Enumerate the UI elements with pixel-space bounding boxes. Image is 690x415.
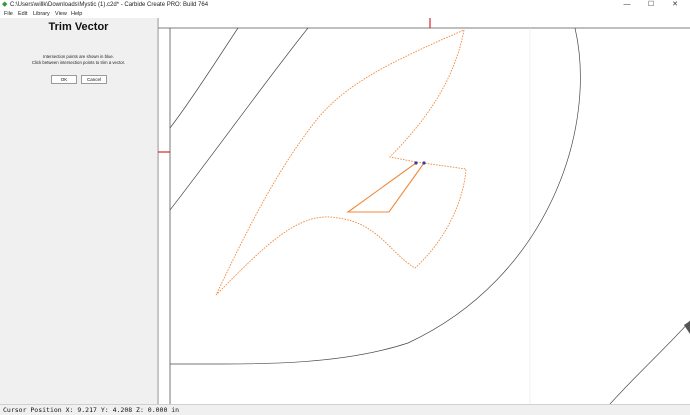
menu-library[interactable]: Library (33, 10, 50, 18)
scroll-handle (684, 321, 690, 334)
menu-edit[interactable]: Edit (18, 10, 27, 18)
panel-title: Trim Vector (48, 21, 109, 33)
trim-vector-panel: Trim Vector Intersection points are show… (0, 18, 158, 404)
vector-curve (609, 320, 690, 404)
vector-outer-curve (169, 27, 581, 365)
canvas-drawing (158, 18, 690, 404)
maximize-button[interactable]: ☐ (642, 0, 660, 10)
menu-view[interactable]: View (55, 10, 67, 18)
vector-curve (169, 27, 239, 129)
menu-file[interactable]: File (4, 10, 13, 18)
vector-curve (169, 27, 309, 211)
carbide-create-app-icon: ◆ (2, 1, 8, 8)
intersection-point (422, 161, 426, 165)
intersection-point (414, 161, 418, 165)
menu-bar: File Edit Library View Help (0, 10, 690, 18)
menu-help[interactable]: Help (71, 10, 82, 18)
close-button[interactable]: ✕ (666, 0, 684, 10)
minimize-button[interactable]: — (618, 0, 636, 10)
status-bar: Cursor Position X: 9.217 Y: 4.208 Z: 0.0… (0, 404, 690, 415)
title-bar: ◆ C:\Users\willk\Downloads\Mystic (1).c2… (0, 0, 690, 10)
hint-intersection-points: Intersection points are shown in blue. (43, 54, 114, 59)
ok-button[interactable]: OK (51, 75, 77, 84)
cancel-button[interactable]: Cancel (81, 75, 107, 84)
design-canvas[interactable] (158, 18, 690, 404)
window-title: C:\Users\willk\Downloads\Mystic (1).c2d*… (10, 2, 209, 8)
selected-vector-dashed (215, 29, 467, 296)
trim-segment (346, 162, 425, 213)
hint-click-to-trim: Click between intersection points to tri… (31, 60, 126, 65)
